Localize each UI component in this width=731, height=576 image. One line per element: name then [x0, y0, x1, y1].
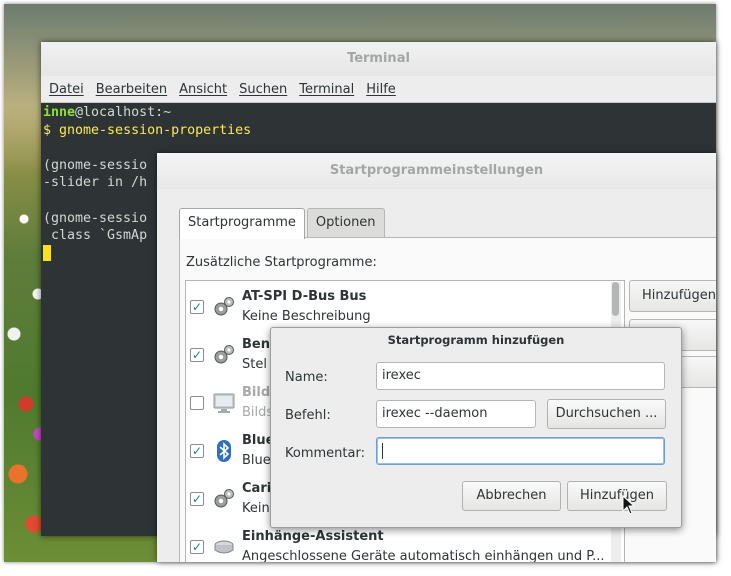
prompt-host: @localhost:~ [75, 105, 172, 120]
confirm-add-button[interactable]: Hinzufügen [567, 481, 667, 511]
list-item[interactable]: ✓ Einhänge-Assistent Angeschlossene Gerä… [186, 525, 606, 562]
item-description: Stel [242, 357, 267, 372]
terminal-menubar: Datei Bearbeiten Ansicht Suchen Terminal… [41, 76, 716, 103]
monitor-icon [213, 393, 235, 413]
item-description: Kein [242, 501, 270, 516]
name-label: Name: [285, 370, 328, 385]
item-name: AT-SPI D-Bus Bus [242, 289, 367, 304]
mouse-pointer-icon [622, 495, 636, 515]
prompt-user: inne [43, 105, 76, 120]
list-item[interactable]: ✓ AT-SPI D-Bus Bus Keine Beschreibung [186, 285, 606, 331]
terminal-cursor [43, 244, 51, 261]
terminal-line: $ gnome-session-properties [43, 122, 714, 140]
item-description: Keine Beschreibung [242, 309, 371, 324]
terminal-titlebar[interactable]: Terminal [41, 42, 716, 76]
command-label: Befehl: [285, 408, 331, 423]
enable-checkbox[interactable]: ✓ [190, 348, 204, 362]
item-name: Einhänge-Assistent [242, 529, 384, 544]
startup-titlebar[interactable]: Startprogrammeinstellungen [157, 153, 716, 189]
drive-icon [214, 540, 234, 554]
comment-field[interactable] [376, 437, 665, 465]
add-startup-program-dialog[interactable]: Startprogramm hinzufügen Name: irexec Be… [270, 327, 682, 528]
menu-datei[interactable]: Datei [49, 82, 84, 97]
enable-checkbox[interactable] [190, 396, 204, 410]
gears-icon [214, 489, 234, 508]
gears-icon [214, 297, 234, 316]
tab-startprogramme[interactable]: Startprogramme [179, 208, 305, 239]
cancel-button[interactable]: Abbrechen [462, 481, 561, 511]
name-field[interactable]: irexec [376, 362, 665, 390]
item-description: Blue [242, 453, 271, 468]
section-label: Zusätzliche Startprogramme: [186, 255, 377, 270]
gears-icon [214, 345, 234, 364]
prompt-dollar: $ [43, 122, 52, 138]
command-field[interactable]: irexec --daemon [376, 400, 536, 428]
menu-hilfe[interactable]: Hilfe [366, 82, 396, 97]
menu-ansicht[interactable]: Ansicht [179, 82, 227, 97]
bluetooth-icon [217, 440, 231, 462]
terminal-command: gnome-session-properties [51, 122, 252, 138]
comment-label: Kommentar: [285, 446, 365, 461]
enable-checkbox[interactable]: ✓ [190, 300, 204, 314]
menu-suchen[interactable]: Suchen [239, 82, 287, 97]
dialog-title: Startprogramm hinzufügen [387, 333, 565, 347]
terminal-line: inne@localhost:~ [43, 104, 714, 122]
add-program-button[interactable]: Hinzufügen [629, 280, 716, 312]
enable-checkbox[interactable]: ✓ [190, 492, 204, 506]
browse-button[interactable]: Durchsuchen ... [547, 399, 666, 429]
enable-checkbox[interactable]: ✓ [190, 444, 204, 458]
menu-bearbeiten[interactable]: Bearbeiten [96, 82, 167, 97]
tab-bar: Startprogramme Optionen [179, 208, 387, 239]
scrollbar-thumb[interactable] [612, 282, 619, 316]
menu-terminal[interactable]: Terminal [299, 82, 354, 97]
item-description: Bilds [242, 405, 274, 420]
item-name: Cari [242, 481, 272, 496]
tab-optionen[interactable]: Optionen [306, 208, 385, 237]
item-description: Angeschlossene Geräte automatisch einhän… [242, 549, 605, 562]
enable-checkbox[interactable]: ✓ [190, 540, 204, 554]
